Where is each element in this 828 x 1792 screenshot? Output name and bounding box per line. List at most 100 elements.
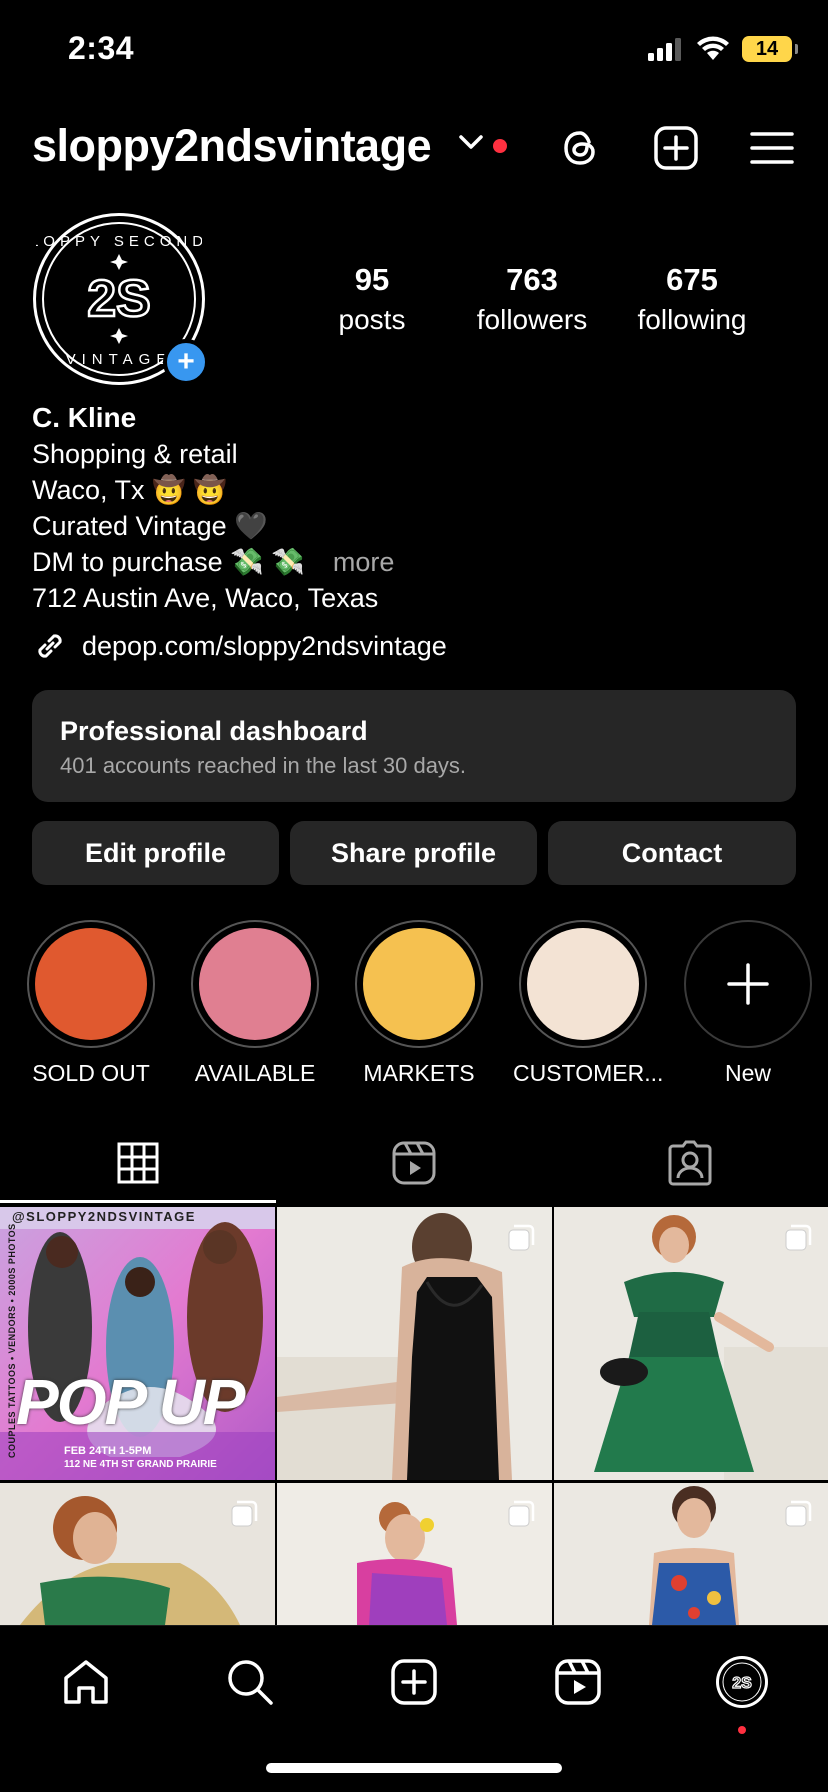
highlight-cover: [363, 928, 475, 1040]
profile-tabs: [0, 1120, 828, 1206]
svg-text:2S: 2S: [87, 270, 151, 328]
stat-following[interactable]: 675 following: [612, 262, 772, 336]
carousel-icon: [785, 1224, 812, 1251]
battery-icon: 14: [742, 36, 798, 62]
profile-header: sloppy2ndsvintage: [0, 112, 828, 182]
highlight-ring: [355, 920, 483, 1048]
svg-text:2S: 2S: [732, 1675, 752, 1692]
reels-icon: [555, 1659, 601, 1705]
post-green-dress[interactable]: [554, 1207, 828, 1480]
highlight-ring: [191, 920, 319, 1048]
status-bar: 2:34 14: [0, 0, 828, 100]
svg-text:VINTAGE: VINTAGE: [66, 351, 173, 368]
post-blue-print-dress[interactable]: [554, 1483, 828, 1625]
followers-label: followers: [476, 304, 588, 335]
posts-label: posts: [338, 304, 406, 335]
highlight-cover: [35, 928, 147, 1040]
post-colorful-top[interactable]: [277, 1483, 552, 1625]
tab-posts-grid[interactable]: [0, 1120, 276, 1206]
highlight-markets[interactable]: MARKETS: [349, 920, 489, 1087]
home-indicator: [266, 1763, 562, 1773]
svg-text:SLOPPY SECONDS: SLOPPY SECONDS: [36, 233, 202, 250]
create-post-icon[interactable]: [652, 124, 700, 172]
wifi-icon: [697, 36, 729, 60]
bio-line-location: Waco, Tx 🤠 🤠: [32, 475, 227, 505]
profile-avatar[interactable]: SLOPPY SECONDS VINTAGE 2S +: [15, 213, 218, 385]
highlight-label: SOLD OUT: [32, 1060, 150, 1086]
threads-icon[interactable]: [556, 124, 604, 172]
popup-date: FEB 24TH 1-5PM: [64, 1445, 152, 1457]
professional-dashboard-card[interactable]: Professional dashboard 401 accounts reac…: [32, 690, 796, 802]
tab-reels[interactable]: [276, 1120, 552, 1206]
stat-posts[interactable]: 95 posts: [292, 262, 452, 336]
popup-title: POP UP: [16, 1366, 245, 1438]
notification-dot: [493, 139, 507, 153]
add-story-button[interactable]: +: [163, 339, 209, 385]
bio-more-link[interactable]: more: [333, 547, 395, 577]
carousel-icon: [508, 1224, 535, 1251]
stat-followers[interactable]: 763 followers: [452, 262, 612, 336]
following-count: 675: [666, 262, 718, 297]
highlight-customer[interactable]: CUSTOMER...: [513, 920, 664, 1087]
signal-icon: [648, 38, 681, 61]
nav-create[interactable]: [384, 1652, 444, 1712]
tab-tagged[interactable]: [552, 1120, 828, 1206]
link-icon: [38, 634, 62, 658]
highlight-label: CUSTOMER...: [513, 1060, 664, 1086]
post-green-ruffle-top[interactable]: [0, 1483, 275, 1625]
post-popup-flyer[interactable]: @SLOPPY2NDSVINTAGE COUPLES TATTOOS • VEN…: [0, 1207, 275, 1480]
grid-icon: [117, 1142, 159, 1184]
dashboard-title: Professional dashboard: [60, 716, 368, 746]
popup-handle: @SLOPPY2NDSVINTAGE: [12, 1209, 196, 1224]
highlight-ring: [684, 920, 812, 1048]
plus-icon: [727, 963, 769, 1005]
external-link[interactable]: depop.com/sloppy2ndsvintage: [32, 628, 447, 664]
external-link-text[interactable]: depop.com/sloppy2ndsvintage: [82, 631, 447, 662]
username-switcher[interactable]: sloppy2ndsvintage: [32, 120, 432, 172]
edit-profile-button[interactable]: Edit profile: [32, 821, 279, 885]
address-text[interactable]: 712 Austin Ave, Waco, Texas: [32, 580, 792, 616]
posts-grid: @SLOPPY2NDSVINTAGE COUPLES TATTOOS • VEN…: [0, 1207, 828, 1625]
posts-count: 95: [354, 262, 390, 297]
tab-active-indicator: [0, 1200, 276, 1203]
menu-icon[interactable]: [748, 124, 796, 172]
highlight-ring: [27, 920, 155, 1048]
reels-icon: [392, 1141, 436, 1185]
nav-home[interactable]: [56, 1652, 116, 1712]
bio-line-purchase: DM to purchase 💸 💸 more: [32, 544, 792, 580]
bio-line-tagline: Curated Vintage 🖤: [32, 511, 268, 541]
share-profile-button[interactable]: Share profile: [290, 821, 537, 885]
status-icons: 14: [648, 36, 798, 62]
highlight-cover: [527, 928, 639, 1040]
highlight-available[interactable]: AVAILABLE: [185, 920, 325, 1087]
post-black-dress[interactable]: [277, 1207, 552, 1480]
create-icon: [391, 1659, 437, 1705]
tagged-icon: [668, 1140, 712, 1186]
category-label: Shopping & retail: [32, 439, 238, 469]
status-time: 2:34: [68, 30, 135, 66]
display-name: C. Kline: [32, 402, 137, 433]
highlight-new[interactable]: New: [678, 920, 818, 1087]
profile-notification-dot: [738, 1726, 746, 1734]
carousel-icon: [508, 1500, 535, 1527]
home-icon: [64, 1660, 108, 1704]
highlight-label: MARKETS: [363, 1060, 475, 1086]
following-label: following: [637, 304, 747, 335]
battery-level: 14: [755, 37, 779, 60]
highlight-sold-out[interactable]: SOLD OUT: [21, 920, 161, 1087]
dashboard-subtitle: 401 accounts reached in the last 30 days…: [60, 753, 467, 778]
popup-flyer-image: [0, 1207, 275, 1480]
highlight-label: AVAILABLE: [194, 1060, 316, 1086]
contact-button[interactable]: Contact: [548, 821, 796, 885]
nav-search[interactable]: [220, 1652, 280, 1712]
profile-avatar-icon: 2S: [716, 1656, 768, 1708]
nav-profile[interactable]: 2S: [712, 1652, 772, 1712]
highlight-ring: [519, 920, 647, 1048]
nav-reels[interactable]: [548, 1652, 608, 1712]
highlight-label: New: [724, 1060, 771, 1086]
bio-line-purchase-text: DM to purchase 💸 💸: [32, 547, 305, 577]
followers-count: 763: [506, 262, 558, 297]
chevron-down-icon[interactable]: [458, 132, 484, 152]
carousel-icon: [785, 1500, 812, 1527]
popup-address: 112 NE 4TH ST GRAND PRAIRIE: [64, 1459, 217, 1470]
